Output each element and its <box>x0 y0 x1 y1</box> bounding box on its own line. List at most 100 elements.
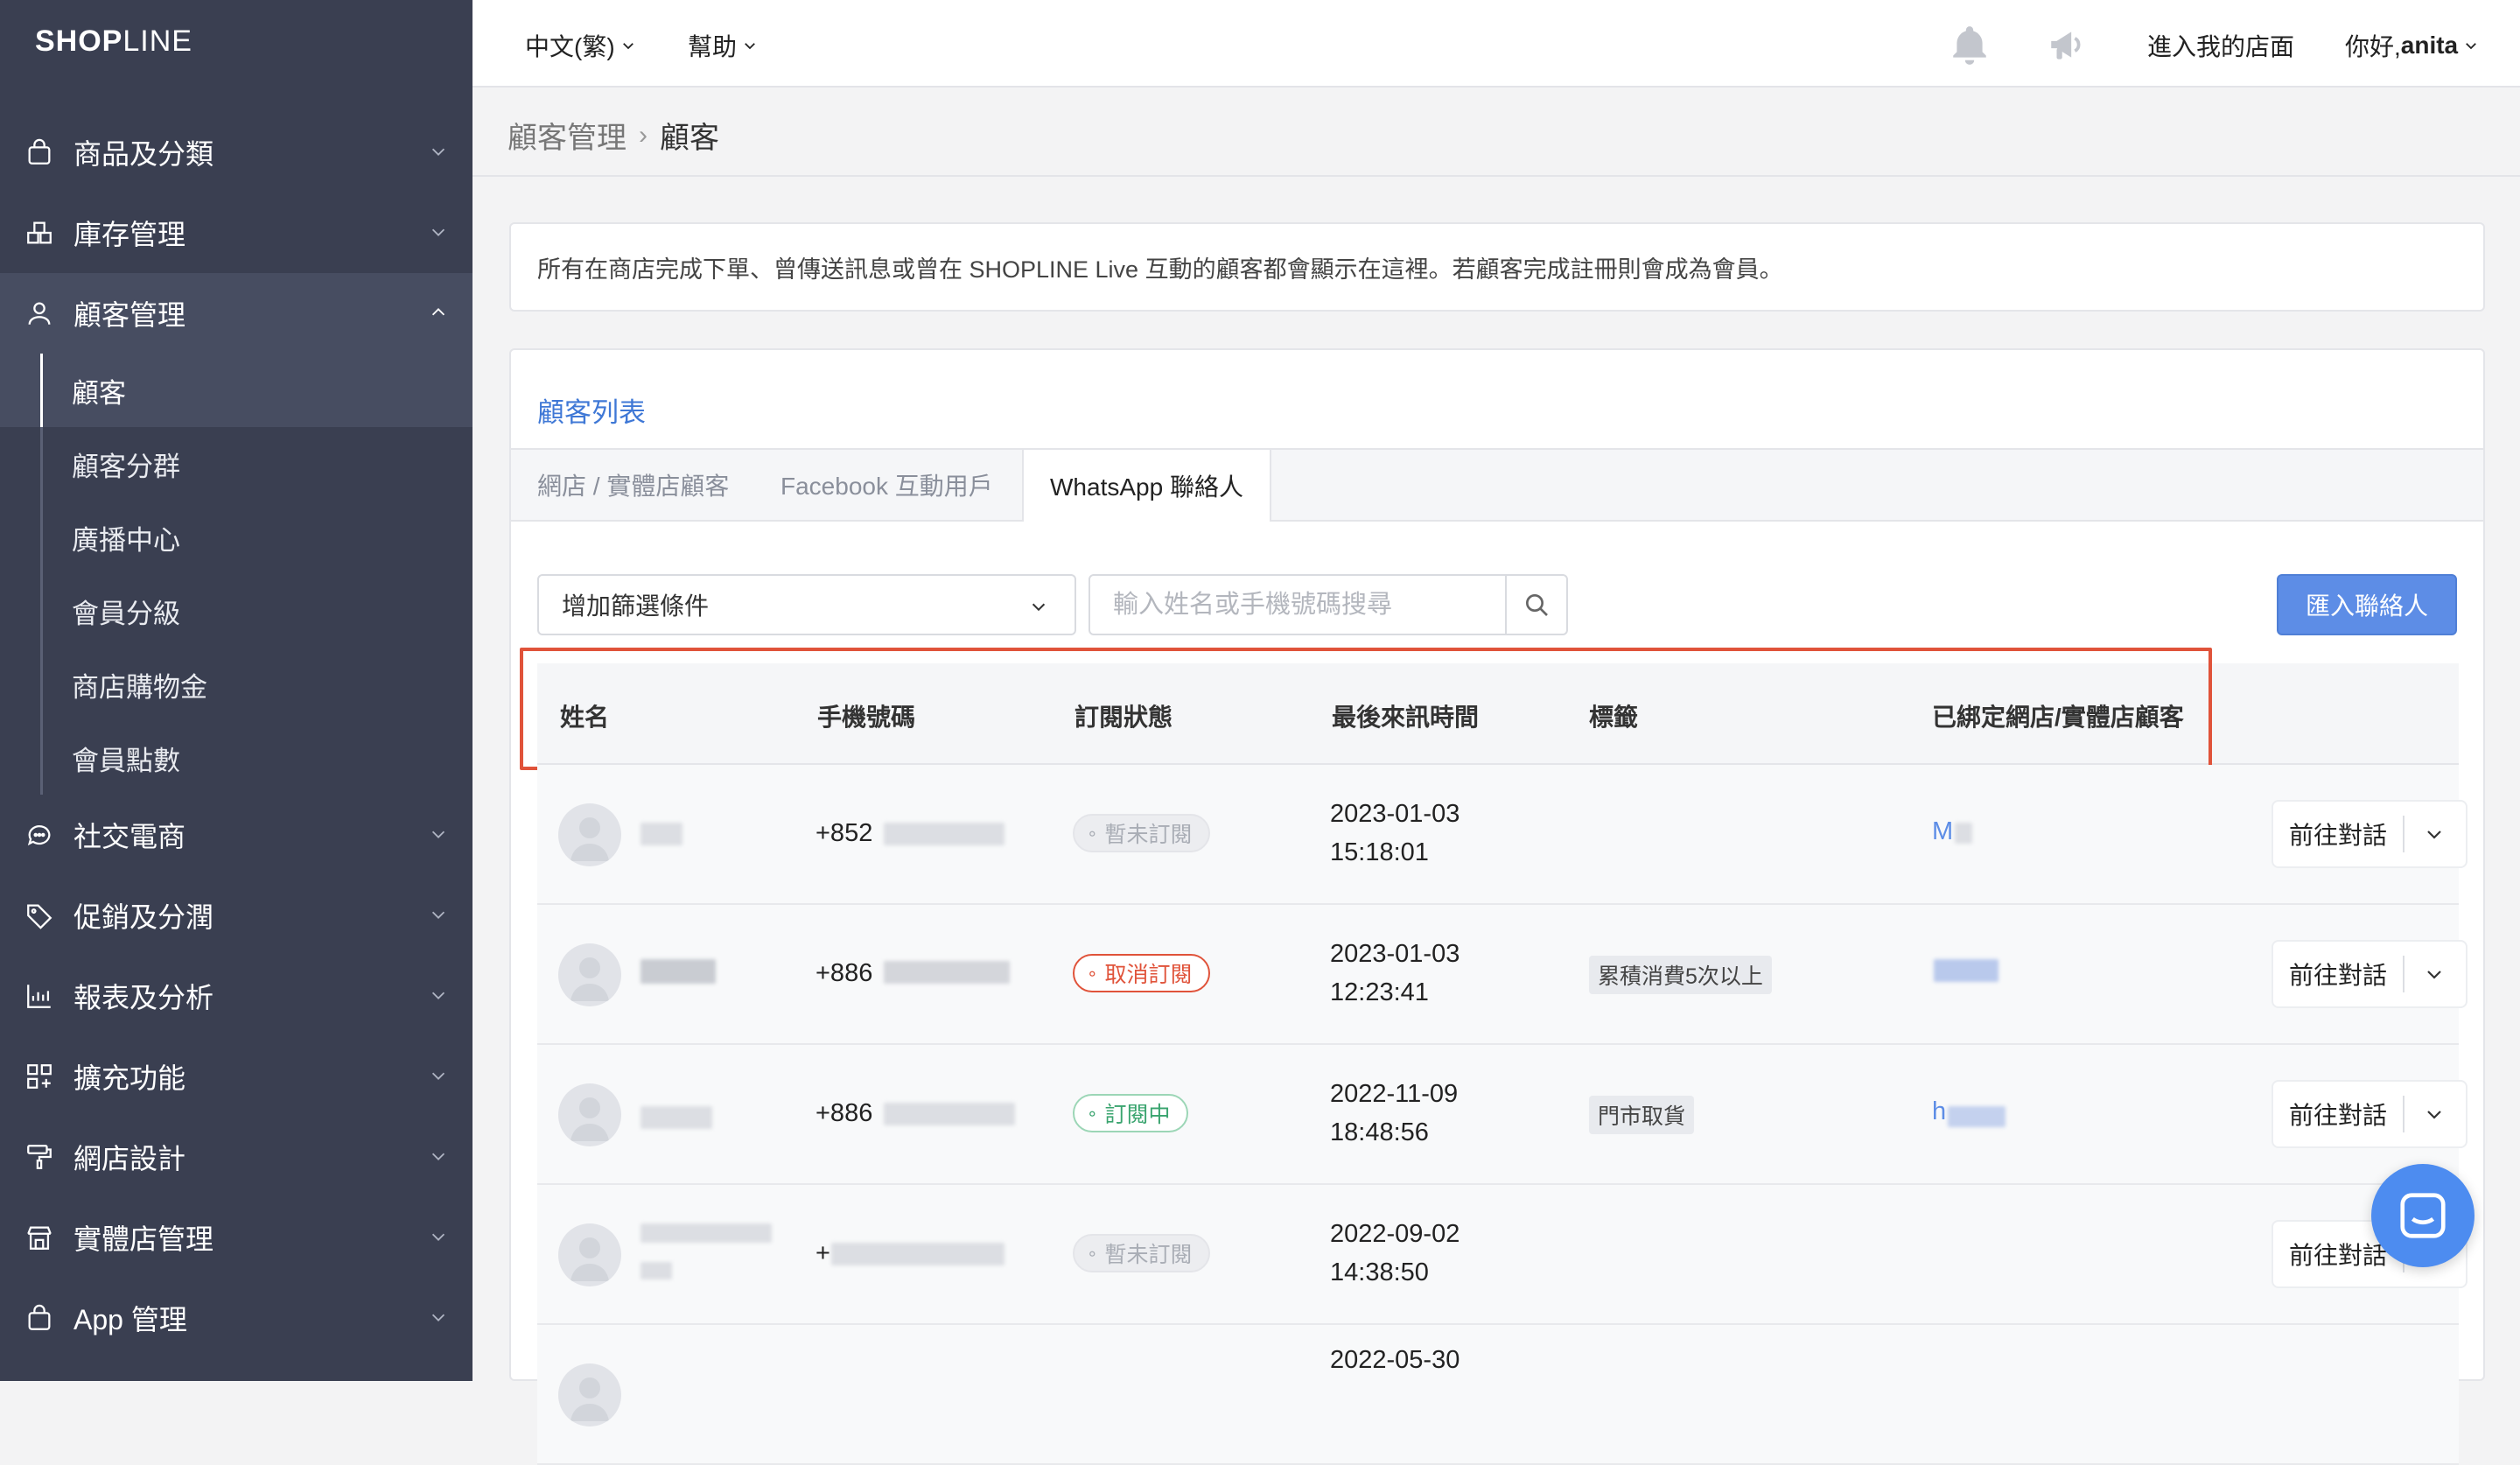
subitem-label: 廣播中心 <box>72 524 180 556</box>
go-to-chat-button[interactable]: 前往對話 <box>2273 802 2403 866</box>
chevron-down-icon <box>2427 831 2441 839</box>
sidebar-subitem-broadcast[interactable]: 廣播中心 <box>0 501 472 574</box>
chevron-down-icon <box>2427 1111 2441 1119</box>
last-message-time: 2023-01-03 12:23:41 <box>1330 935 1460 1012</box>
sidebar-item-store-design[interactable]: 網店設計 <box>0 1117 472 1197</box>
info-notice: 所有在商店完成下單、曾傳送訊息或曾在 SHOPLINE Live 互動的顧客都會… <box>509 222 2485 312</box>
tab-label: Facebook 互動用戶 <box>780 473 993 500</box>
column-header-tags: 標籤 <box>1589 704 1639 731</box>
more-actions-dropdown[interactable] <box>2417 1101 2452 1127</box>
phone-prefix: +852 <box>816 819 873 847</box>
inventory-icon <box>24 218 54 248</box>
tab-facebook-users[interactable]: Facebook 互動用戶 <box>780 450 993 520</box>
sidebar-item-products[interactable]: 商品及分類 <box>0 112 472 193</box>
sidebar-subitem-membership-tiers[interactable]: 會員分級 <box>0 574 472 648</box>
greeting-label: 你好, <box>2345 33 2401 60</box>
chevron-down-icon <box>431 992 445 999</box>
tab-whatsapp-contacts[interactable]: WhatsApp 聯絡人 <box>1022 450 1271 522</box>
panel-title: 顧客列表 <box>537 397 646 428</box>
sidebar-item-customers[interactable]: 顧客管理 <box>0 273 472 354</box>
avatar <box>558 803 621 866</box>
table-row[interactable]: +886 ∘ 訂閱中 2022-11-09 18:48:56 門市取貨 h 前往對話 <box>537 1045 2468 1185</box>
sidebar-item-social-commerce[interactable]: 社交電商 <box>0 795 472 875</box>
language-selector[interactable]: 中文(繁) <box>525 28 636 63</box>
search-button[interactable] <box>1505 574 1568 635</box>
tab-label: WhatsApp 聯絡人 <box>1050 473 1243 501</box>
user-placeholder-icon <box>570 1377 609 1421</box>
sidebar-item-extensions[interactable]: 擴充功能 <box>0 1036 472 1117</box>
search-input[interactable] <box>1111 589 1491 620</box>
megaphone-icon[interactable] <box>2046 23 2090 67</box>
date-label: 2022-09-02 <box>1330 1220 1460 1248</box>
live-chat-button[interactable] <box>2371 1164 2474 1267</box>
sidebar-subitem-member-points[interactable]: 會員點數 <box>0 721 472 795</box>
sidebar-item-promotions[interactable]: 促銷及分潤 <box>0 875 472 956</box>
go-to-chat-button[interactable]: 前往對話 <box>2273 1082 2403 1146</box>
info-text: 所有在商店完成下單、曾傳送訊息或曾在 SHOPLINE Live 互動的顧客都會… <box>537 256 1783 283</box>
top-bar: 中文(繁) 幫助 進入我的店面 你好, anita <box>472 0 2520 88</box>
tag-icon <box>24 901 54 930</box>
redacted-bound <box>1955 823 1972 844</box>
import-contacts-button[interactable]: 匯入聯絡人 <box>2277 574 2457 635</box>
shopping-bag-icon <box>24 137 54 167</box>
last-message-time: 2022-09-02 14:38:50 <box>1330 1215 1460 1292</box>
chevron-down-icon <box>745 43 755 50</box>
shopline-logo[interactable]: SHOPLINE <box>35 25 192 59</box>
sidebar-subitem-segments[interactable]: 顧客分群 <box>0 427 472 501</box>
table-row[interactable]: +886 ∘ 取消訂閱 2023-01-03 12:23:41 累積消費5次以上 前… <box>537 905 2468 1045</box>
bound-customer-link[interactable]: M <box>1932 817 1953 846</box>
go-to-chat-label: 前往對話 <box>2288 822 2387 849</box>
go-to-chat-button[interactable]: 前往對話 <box>2273 942 2403 1006</box>
last-message-time: 2022-11-09 18:48:56 <box>1330 1075 1458 1152</box>
table-row[interactable]: +852 ∘ 暫未訂閱 2023-01-03 15:18:01 M 前往對話 <box>537 765 2468 905</box>
help-menu[interactable]: 幫助 <box>688 28 758 63</box>
bell-icon[interactable] <box>1948 23 1992 67</box>
sidebar-item-label: 商品及分類 <box>74 138 214 170</box>
chevron-down-icon <box>431 831 445 838</box>
phone-number: +852 <box>816 819 872 848</box>
status-label: 訂閱中 <box>1104 1103 1171 1127</box>
status-label: 取消訂閱 <box>1104 963 1193 987</box>
sidebar-item-app-management[interactable]: App 管理 <box>0 1278 472 1358</box>
sidebar-item-retail-store[interactable]: 實體店管理 <box>0 1197 472 1278</box>
chevron-down-icon <box>2427 971 2441 979</box>
more-actions-dropdown[interactable] <box>2417 961 2452 987</box>
sidebar-item-inventory[interactable]: 庫存管理 <box>0 193 472 273</box>
redacted-bound <box>1948 1106 2006 1127</box>
phone-prefix: +886 <box>816 1099 873 1127</box>
chevron-down-icon <box>431 1072 445 1080</box>
tag-label: 門市取貨 <box>1598 1104 1686 1129</box>
add-filter-dropdown[interactable]: 增加篩選條件 <box>537 574 1076 635</box>
subitem-label: 商店購物金 <box>72 671 207 703</box>
status-badge: ∘ 暫未訂閱 <box>1073 1234 1210 1272</box>
chevron-down-icon <box>622 43 634 50</box>
more-actions-dropdown[interactable] <box>2417 821 2452 847</box>
grid-plus-icon <box>24 1062 54 1091</box>
redacted-name <box>640 959 716 984</box>
go-to-chat-label: 前往對話 <box>2288 1102 2387 1129</box>
enter-store-link[interactable]: 進入我的店面 <box>2147 28 2294 63</box>
tab-online-retail-customers[interactable]: 網店 / 實體店顧客 <box>537 450 729 520</box>
search-field <box>1088 574 1507 635</box>
sidebar-item-label: 報表及分析 <box>74 982 214 1013</box>
sidebar-item-label: 顧客管理 <box>74 299 186 331</box>
tag-label: 累積消費5次以上 <box>1598 964 1763 989</box>
breadcrumb-current: 顧客 <box>660 122 719 155</box>
user-menu[interactable]: 你好, anita <box>2345 28 2479 63</box>
sidebar-item-reports[interactable]: 報表及分析 <box>0 956 472 1036</box>
table-row[interactable]: 2022-05-30 <box>537 1325 2459 1465</box>
sidebar-item-label: 庫存管理 <box>74 219 186 250</box>
tab-bar: 網店 / 實體店顧客 Facebook 互動用戶 WhatsApp 聯絡人 <box>511 448 2483 522</box>
sidebar-subitem-store-credits[interactable]: 商店購物金 <box>0 648 472 721</box>
phone-number: +886 <box>816 959 872 988</box>
sidebar-subitem-customers[interactable]: 顧客 <box>0 354 472 427</box>
shopping-bag-icon <box>24 1303 54 1333</box>
breadcrumb-parent[interactable]: 顧客管理 <box>508 114 626 157</box>
redacted-bound[interactable] <box>1934 959 1998 982</box>
filter-label: 增加篩選條件 <box>562 592 710 620</box>
bound-customer-link[interactable]: h <box>1932 1097 1946 1126</box>
paint-roller-icon <box>24 1142 54 1172</box>
sidebar-item-label: 社交電商 <box>74 821 186 852</box>
go-to-chat-button-group: 前往對話 <box>2272 940 2468 1008</box>
table-row[interactable]: + ∘ 暫未訂閱 2022-09-02 14:38:50 前往對話 <box>537 1185 2468 1325</box>
